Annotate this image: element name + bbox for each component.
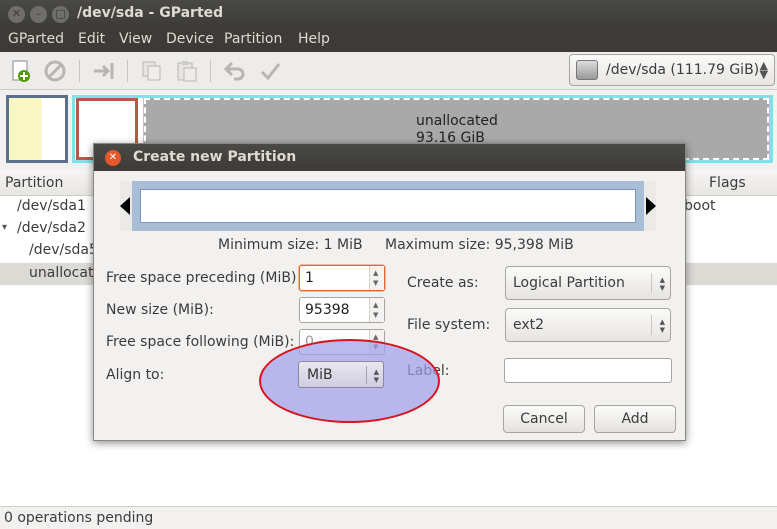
maximum-size-label: Maximum size: 95,398 MiB [385,237,574,253]
cancel-button[interactable]: Cancel [503,405,585,433]
dialog-titlebar: ✕ Create new Partition [94,144,685,171]
resize-handle-right-icon[interactable] [646,197,656,215]
window-close-button[interactable]: ✕ [8,6,25,23]
align-to-label: Align to: [106,367,165,383]
partition-name: /dev/sda2 [17,220,86,236]
window-maximize-button[interactable]: □ [52,6,69,23]
menu-help[interactable]: Help [298,31,330,47]
partition-resizer[interactable] [120,181,656,231]
resize-handle-left-icon[interactable] [120,197,130,215]
dialog-title: Create new Partition [133,149,297,165]
undo-icon[interactable] [223,59,247,83]
resize-move-icon[interactable] [92,59,116,83]
file-system-label: File system: [407,317,491,333]
minimum-size-label: Minimum size: 1 MiB [218,237,363,253]
window-minimize-button[interactable]: – [30,6,47,23]
toolbar-separator [127,60,128,82]
menu-device[interactable]: Device [166,31,214,47]
partition-flags: boot [684,198,716,214]
spinner-value: 1 [305,270,314,286]
column-header-partition[interactable]: Partition [5,175,63,191]
dialog-close-button[interactable]: ✕ [105,150,121,166]
paste-icon[interactable] [175,59,199,83]
free-space-preceding-spinner[interactable]: 1 ▲ ▼ [299,265,385,291]
create-as-combo[interactable]: Logical Partition ▲ ▼ [505,266,671,300]
harddisk-icon [576,60,598,80]
window-titlebar: ✕ – □ /dev/sda - GParted [0,0,777,28]
column-header-flags[interactable]: Flags [709,175,746,191]
apply-icon[interactable] [258,59,282,83]
combo-value: MiB [307,367,333,383]
free-space-following-label: Free space following (MiB): [106,334,295,350]
partition-name: /dev/sda1 [17,198,86,214]
file-system-combo[interactable]: ext2 ▲ ▼ [505,308,671,342]
combo-value: Logical Partition [513,275,625,291]
statusbar: 0 operations pending [0,506,777,529]
toolbar-separator [79,60,80,82]
chevron-updown-icon: ▲ ▼ [759,59,768,81]
new-partition-icon[interactable] [9,59,33,83]
free-space-preceding-label: Free space preceding (MiB): [106,270,302,286]
spinner-value: 95398 [305,302,350,318]
partition-label-input[interactable] [504,358,672,383]
window-title: /dev/sda - GParted [77,5,224,21]
delete-icon[interactable] [43,59,67,83]
unallocated-label: unallocated [416,113,498,129]
disk-partition-sda1[interactable] [6,95,68,163]
device-selector[interactable]: /dev/sda (111.79 GiB) ▲ ▼ [569,54,775,86]
toolbar-separator [210,60,211,82]
menu-view[interactable]: View [119,31,152,47]
create-as-label: Create as: [407,275,479,291]
spinner-buttons[interactable]: ▲▼ [369,266,384,290]
partition-name: /dev/sda5 [29,242,98,258]
expander-icon[interactable]: ▾ [2,222,7,233]
status-text: 0 operations pending [4,510,154,526]
copy-icon[interactable] [140,59,164,83]
add-button[interactable]: Add [594,405,676,433]
combo-value: ext2 [513,317,545,333]
combo-separator [651,273,652,293]
menu-edit[interactable]: Edit [78,31,105,47]
chevron-updown-icon: ▲ ▼ [659,318,665,334]
combo-separator [651,315,652,335]
spinner-buttons[interactable]: ▲▼ [369,298,384,322]
align-to-combo[interactable]: MiB ▲ ▼ [298,361,384,388]
menubar: GParted Edit View Device Partition Help [0,28,777,52]
resizer-partition-block[interactable] [140,189,636,223]
combo-separator [366,366,367,384]
new-size-label: New size (MiB): [106,302,214,318]
chevron-updown-icon: ▲ ▼ [659,276,665,292]
menu-gparted[interactable]: GParted [8,31,64,47]
menu-partition[interactable]: Partition [224,31,282,47]
device-selector-label: /dev/sda (111.79 GiB) [606,62,760,78]
new-size-spinner[interactable]: 95398 ▲ ▼ [299,297,385,323]
chevron-updown-icon: ▲ ▼ [373,368,379,384]
